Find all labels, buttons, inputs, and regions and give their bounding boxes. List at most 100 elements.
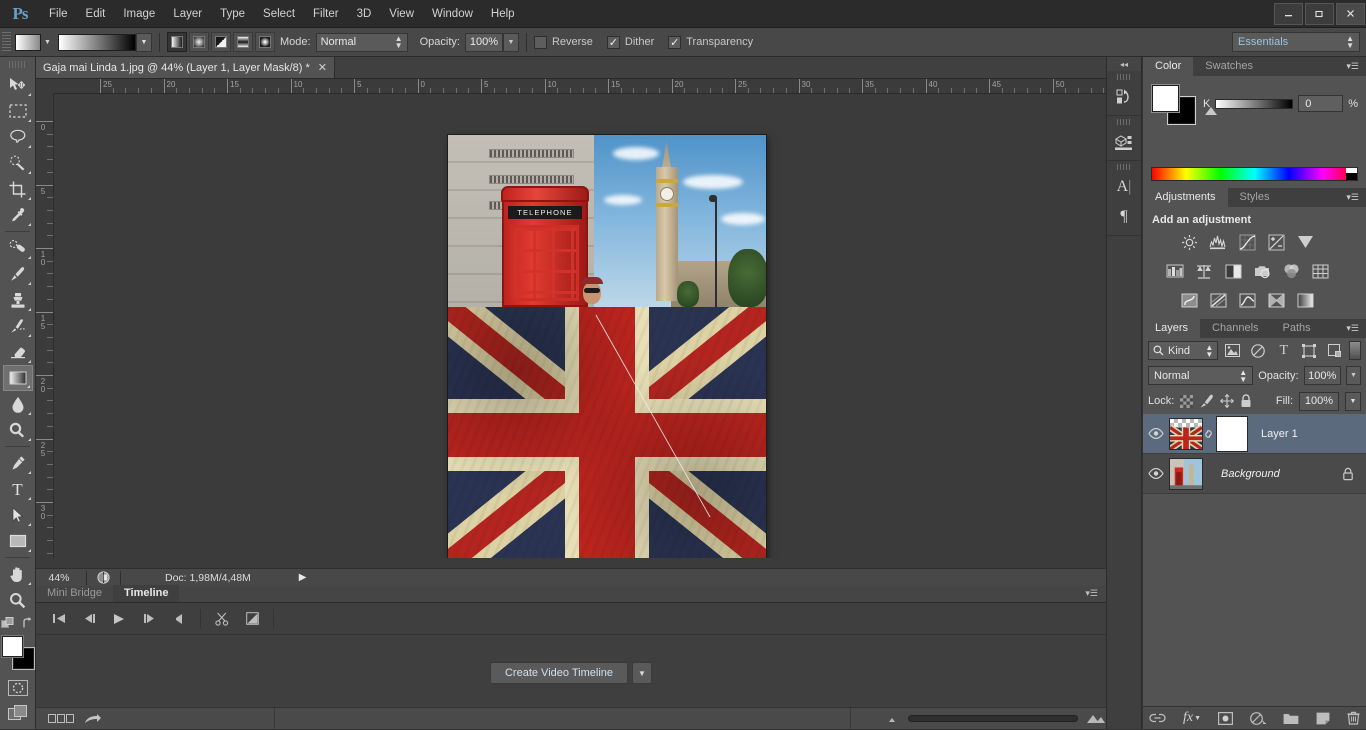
layer-thumbnail[interactable]: [1169, 417, 1203, 450]
tools-panel-grip[interactable]: [9, 61, 26, 68]
tool-preset-chevron-down-icon[interactable]: ▼: [41, 34, 54, 51]
layer-fill-chevron-down-icon[interactable]: ▼: [1345, 391, 1361, 411]
opacity-chevron-down-icon[interactable]: ▼: [502, 32, 519, 52]
tab-layers[interactable]: Layers: [1143, 319, 1201, 338]
color-spectrum-ramp[interactable]: [1151, 167, 1358, 181]
adjustment-filter-icon[interactable]: [1248, 341, 1269, 361]
next-frame-icon[interactable]: [134, 603, 164, 635]
menu-window[interactable]: Window: [423, 0, 482, 28]
tab-color[interactable]: Color: [1143, 57, 1194, 76]
layer-row-layer-1[interactable]: Layer 1: [1143, 414, 1366, 454]
vibrance-icon[interactable]: [1295, 232, 1315, 252]
menu-filter[interactable]: Filter: [304, 0, 348, 28]
opacity-input[interactable]: 100%: [464, 32, 503, 52]
hue-saturation-icon[interactable]: [1165, 261, 1185, 281]
link-layers-icon[interactable]: [1149, 712, 1166, 724]
reverse-checkbox[interactable]: Reverse: [533, 35, 593, 49]
zoom-in-mountain-icon[interactable]: [1086, 714, 1106, 724]
panel-foreground-color-chip[interactable]: [1152, 85, 1179, 112]
screen-mode-button[interactable]: [0, 705, 35, 721]
tab-channels[interactable]: Channels: [1200, 319, 1270, 338]
linear-gradient-button[interactable]: [167, 32, 187, 52]
menu-select[interactable]: Select: [254, 0, 304, 28]
layer-blend-mode-select[interactable]: Normal ▲ ▼: [1148, 366, 1254, 385]
history-brush-tool[interactable]: [3, 313, 33, 339]
blur-tool[interactable]: [3, 391, 33, 417]
eyedropper-tool[interactable]: [3, 202, 33, 228]
dock-grip[interactable]: [1117, 74, 1131, 80]
tab-mini-bridge[interactable]: Mini Bridge: [36, 585, 113, 602]
document-tab[interactable]: Gaja mai Linda 1.jpg @ 44% (Layer 1, Lay…: [36, 57, 335, 78]
create-timeline-chevron-down-icon[interactable]: ▼: [632, 662, 653, 684]
rectangular-marquee-tool[interactable]: [3, 98, 33, 124]
dock-grip-2[interactable]: [1117, 119, 1131, 125]
edit-toolbar-icon[interactable]: [1, 617, 15, 630]
menu-image[interactable]: Image: [114, 0, 164, 28]
options-bar-grip[interactable]: [2, 31, 11, 53]
menu-edit[interactable]: Edit: [77, 0, 115, 28]
quick-selection-tool[interactable]: [3, 150, 33, 176]
layer-style-fx-icon[interactable]: fx ▼: [1183, 710, 1201, 726]
layer-kind-filter[interactable]: Kind ▲ ▼: [1148, 341, 1219, 360]
transition-icon[interactable]: [237, 603, 267, 635]
gradient-picker-chevron-down-icon[interactable]: ▼: [136, 32, 152, 52]
canvas-horizontal-scrollbar[interactable]: [36, 558, 1106, 568]
pen-tool[interactable]: [3, 450, 33, 476]
type-filter-icon[interactable]: T: [1273, 341, 1294, 361]
tab-styles[interactable]: Styles: [1228, 188, 1282, 207]
hand-tool[interactable]: [3, 561, 33, 587]
menu-help[interactable]: Help: [482, 0, 524, 28]
posterize-icon[interactable]: [1208, 290, 1228, 310]
swap-colors-icon[interactable]: [22, 617, 34, 630]
play-icon[interactable]: [104, 603, 134, 635]
layer-thumbnail[interactable]: [1169, 457, 1203, 490]
eraser-tool[interactable]: [3, 339, 33, 365]
invert-icon[interactable]: [1179, 290, 1199, 310]
angle-gradient-button[interactable]: [211, 32, 231, 52]
3d-icon[interactable]: [1107, 127, 1141, 157]
layer-mask-link-icon[interactable]: [1203, 427, 1217, 441]
move-tool[interactable]: [3, 72, 33, 98]
gradient-tool[interactable]: [2, 365, 33, 391]
diamond-gradient-button[interactable]: [255, 32, 275, 52]
layer-opacity-input[interactable]: 100%: [1303, 366, 1341, 385]
reflected-gradient-button[interactable]: [233, 32, 253, 52]
layer-visibility-toggle[interactable]: [1143, 428, 1169, 439]
dither-checkbox[interactable]: ✓ Dither: [606, 35, 654, 49]
levels-icon[interactable]: [1208, 232, 1228, 252]
menu-3d[interactable]: 3D: [348, 0, 381, 28]
history-icon[interactable]: [1107, 82, 1141, 112]
close-icon[interactable]: ✕: [318, 61, 327, 74]
canvas-background[interactable]: TELEPHONE: [55, 95, 1092, 563]
lasso-tool[interactable]: [3, 124, 33, 150]
tab-timeline[interactable]: Timeline: [113, 585, 180, 602]
character-icon[interactable]: A|: [1107, 172, 1141, 202]
menu-layer[interactable]: Layer: [164, 0, 211, 28]
scissors-icon[interactable]: [207, 603, 237, 635]
quick-mask-button[interactable]: [0, 680, 35, 696]
create-video-timeline-button[interactable]: Create Video Timeline: [489, 662, 629, 684]
pixel-filter-icon[interactable]: [1222, 341, 1243, 361]
smart-object-filter-icon[interactable]: [1324, 341, 1345, 361]
color-lookup-icon[interactable]: [1310, 261, 1330, 281]
lock-image-icon[interactable]: [1199, 394, 1214, 408]
dock-grip-3[interactable]: [1117, 164, 1131, 170]
color-balance-icon[interactable]: [1194, 261, 1214, 281]
rectangle-tool[interactable]: [3, 528, 33, 554]
go-to-first-frame-icon[interactable]: [44, 603, 74, 635]
layer-row-background[interactable]: Background: [1143, 454, 1366, 494]
layer-fill-input[interactable]: 100%: [1299, 391, 1339, 411]
timeline-zoom-slider[interactable]: [886, 714, 1106, 724]
menu-type[interactable]: Type: [211, 0, 254, 28]
channel-mixer-icon[interactable]: [1281, 261, 1301, 281]
spectrum-black-swatch[interactable]: [1346, 173, 1357, 180]
filter-enable-toggle[interactable]: [1349, 341, 1361, 360]
zoom-level-input[interactable]: 44%: [36, 572, 82, 584]
gradient-preview[interactable]: [58, 33, 136, 51]
workspace-selector[interactable]: Essentials ▲ ▼: [1232, 32, 1360, 52]
spot-healing-brush-tool[interactable]: [3, 235, 33, 261]
status-expand-icon[interactable]: ▶: [251, 572, 307, 583]
k-channel-input[interactable]: 0: [1298, 95, 1344, 112]
audio-icon[interactable]: [164, 603, 194, 635]
close-button[interactable]: [1336, 2, 1365, 25]
